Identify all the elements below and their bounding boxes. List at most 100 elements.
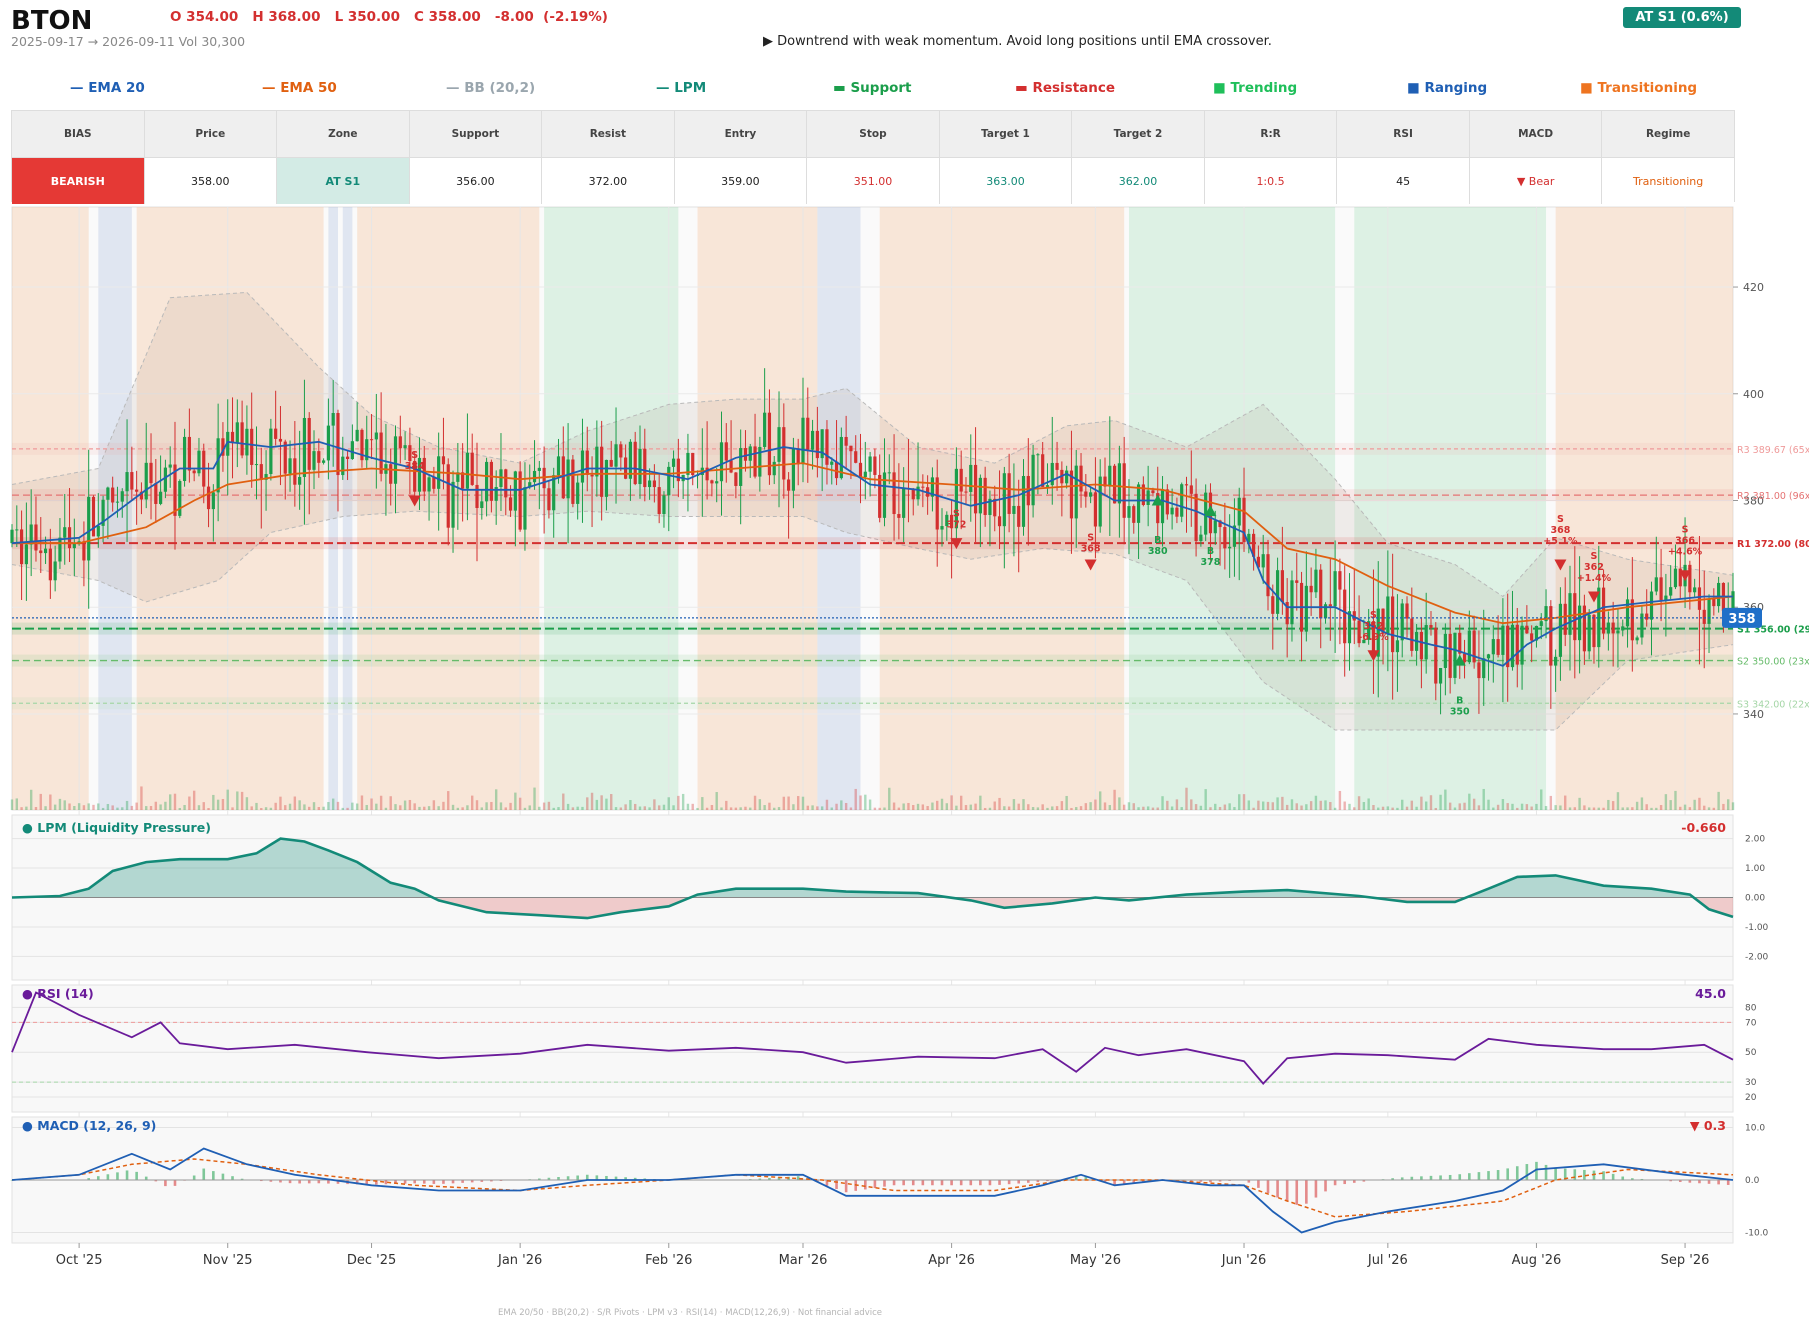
candle-body — [1539, 621, 1543, 626]
volume-bar — [835, 803, 838, 810]
candle-body — [1577, 605, 1582, 641]
candle-body — [1261, 554, 1265, 568]
candle-body — [1717, 582, 1721, 607]
volume-bar — [1060, 801, 1064, 810]
candle-body — [91, 496, 96, 537]
macd-histogram-bar — [998, 1180, 1001, 1185]
candle-body — [916, 486, 920, 500]
candle-body — [39, 550, 43, 554]
volume-bar — [427, 806, 431, 810]
volume-bar — [562, 793, 565, 810]
volume-bar — [586, 797, 589, 810]
price-chart-canvas[interactable]: 340360380400420R3 389.67 (65x)R2 381.00 … — [0, 0, 1809, 1300]
candle-body — [878, 474, 882, 518]
candle-body — [614, 444, 618, 467]
volume-bar — [1559, 805, 1562, 810]
candle-body — [671, 458, 676, 467]
candle-body — [1582, 605, 1586, 652]
volume-bar — [883, 807, 886, 810]
volume-bar — [403, 800, 407, 810]
candle-body — [302, 417, 307, 477]
volume-bar — [384, 807, 388, 810]
volume-bar — [197, 805, 201, 810]
candle-body — [1223, 527, 1227, 549]
macd-histogram-bar — [1544, 1164, 1548, 1180]
volume-bar — [164, 801, 167, 810]
macd-histogram-bar — [921, 1180, 925, 1186]
candle-body — [1127, 506, 1131, 518]
macd-histogram-bar — [1314, 1180, 1318, 1198]
volume-bar — [926, 806, 929, 810]
volume-bar — [389, 796, 392, 810]
candle-body — [777, 427, 781, 462]
candle-body — [1472, 630, 1476, 663]
macd-histogram-bar — [1257, 1180, 1260, 1188]
candle-body — [892, 472, 896, 515]
volume-bar — [1731, 802, 1735, 810]
volume-bar — [1046, 807, 1049, 810]
volume-bar — [250, 806, 253, 810]
candle-body — [1587, 614, 1591, 652]
candle-body — [590, 474, 594, 477]
volume-bar — [365, 804, 368, 810]
volume-bar — [1070, 807, 1073, 810]
volume-bar — [39, 793, 42, 810]
volume-bar — [964, 805, 968, 810]
volume-bar — [1118, 797, 1121, 810]
candle-body — [1271, 596, 1275, 614]
volume-bar — [456, 807, 460, 810]
candle-body — [825, 429, 829, 465]
volume-bar — [255, 802, 258, 810]
volume-bar — [662, 804, 666, 810]
volume-bar — [825, 799, 829, 810]
candle-body — [1616, 630, 1620, 634]
volume-bar — [1367, 798, 1370, 810]
volume-bar — [1161, 796, 1164, 810]
volume-bar — [1017, 803, 1020, 810]
macd-histogram-bar — [173, 1180, 177, 1186]
candle-body — [470, 452, 474, 485]
candle-body — [566, 459, 570, 499]
volume-bar — [1271, 802, 1274, 810]
signal-label: 350 — [1450, 706, 1470, 717]
volume-bar — [418, 806, 421, 810]
volume-bar — [1564, 795, 1567, 810]
volume-bar — [796, 796, 800, 810]
volume-bar — [705, 807, 709, 810]
volume-bar — [298, 800, 301, 810]
candle-body — [1333, 571, 1337, 607]
x-tick-label: Jul '26 — [1367, 1253, 1408, 1268]
macd-histogram-bar — [1276, 1180, 1279, 1198]
macd-title: ● MACD (12, 26, 9) — [22, 1118, 156, 1133]
macd-histogram-bar — [979, 1180, 982, 1186]
candle-body — [1558, 603, 1563, 657]
volume-bar — [902, 803, 905, 810]
volume-bar — [10, 799, 14, 810]
volume-bar — [231, 807, 234, 810]
volume-bar — [1065, 795, 1068, 810]
volume-bar — [1635, 801, 1639, 810]
macd-histogram-bar — [1429, 1175, 1433, 1180]
macd-histogram-bar — [911, 1180, 915, 1186]
volume-bar — [504, 807, 507, 810]
candle-body — [1697, 587, 1702, 610]
volume-bar — [888, 787, 891, 810]
volume-bar — [1544, 806, 1548, 810]
candle-body — [571, 459, 575, 504]
volume-bar — [1127, 802, 1131, 810]
volume-bar — [1386, 806, 1390, 810]
candle-body — [1640, 613, 1644, 638]
candle-body — [250, 428, 254, 465]
macd-histogram-bar — [164, 1180, 167, 1187]
candle-body — [638, 448, 642, 485]
candle-body — [518, 471, 522, 530]
volume-bar — [1257, 800, 1260, 810]
volume-bar — [1482, 788, 1485, 810]
macd-histogram-bar — [144, 1176, 148, 1180]
macd-histogram-bar — [135, 1171, 138, 1180]
candle-body — [1395, 640, 1400, 653]
candle-body — [1117, 463, 1121, 504]
candle-body — [1386, 596, 1390, 634]
candle-body — [513, 471, 517, 511]
volume-bar — [1722, 803, 1725, 810]
